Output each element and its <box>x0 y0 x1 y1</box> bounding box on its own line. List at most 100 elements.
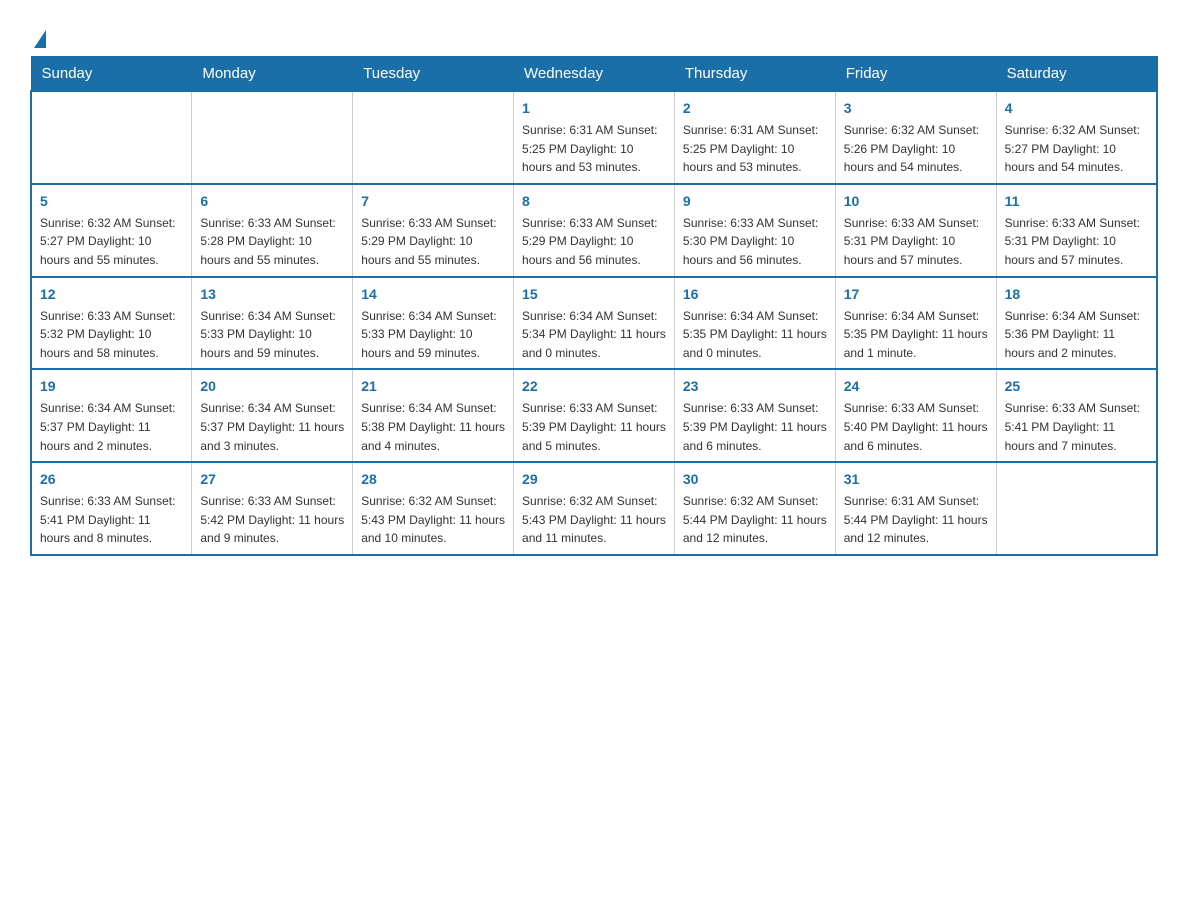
calendar-cell: 23Sunrise: 6:33 AM Sunset: 5:39 PM Dayli… <box>674 369 835 462</box>
calendar-cell <box>353 91 514 184</box>
day-info: Sunrise: 6:34 AM Sunset: 5:34 PM Dayligh… <box>522 307 666 363</box>
day-number: 24 <box>844 376 988 397</box>
calendar-cell: 18Sunrise: 6:34 AM Sunset: 5:36 PM Dayli… <box>996 277 1157 370</box>
day-number: 28 <box>361 469 505 490</box>
calendar-header-saturday: Saturday <box>996 57 1157 92</box>
day-info: Sunrise: 6:33 AM Sunset: 5:42 PM Dayligh… <box>200 492 344 548</box>
day-info: Sunrise: 6:34 AM Sunset: 5:35 PM Dayligh… <box>844 307 988 363</box>
day-info: Sunrise: 6:34 AM Sunset: 5:33 PM Dayligh… <box>361 307 505 363</box>
calendar-cell: 14Sunrise: 6:34 AM Sunset: 5:33 PM Dayli… <box>353 277 514 370</box>
day-info: Sunrise: 6:34 AM Sunset: 5:37 PM Dayligh… <box>40 399 183 455</box>
calendar-header-wednesday: Wednesday <box>514 57 675 92</box>
calendar-cell: 2Sunrise: 6:31 AM Sunset: 5:25 PM Daylig… <box>674 91 835 184</box>
calendar-cell: 20Sunrise: 6:34 AM Sunset: 5:37 PM Dayli… <box>192 369 353 462</box>
calendar-cell: 10Sunrise: 6:33 AM Sunset: 5:31 PM Dayli… <box>835 184 996 277</box>
calendar-cell: 17Sunrise: 6:34 AM Sunset: 5:35 PM Dayli… <box>835 277 996 370</box>
day-number: 10 <box>844 191 988 212</box>
calendar-cell: 6Sunrise: 6:33 AM Sunset: 5:28 PM Daylig… <box>192 184 353 277</box>
day-info: Sunrise: 6:32 AM Sunset: 5:27 PM Dayligh… <box>1005 121 1148 177</box>
logo <box>30 20 46 46</box>
day-number: 20 <box>200 376 344 397</box>
day-info: Sunrise: 6:34 AM Sunset: 5:37 PM Dayligh… <box>200 399 344 455</box>
calendar-header-tuesday: Tuesday <box>353 57 514 92</box>
day-number: 17 <box>844 284 988 305</box>
calendar-cell: 25Sunrise: 6:33 AM Sunset: 5:41 PM Dayli… <box>996 369 1157 462</box>
day-info: Sunrise: 6:33 AM Sunset: 5:41 PM Dayligh… <box>40 492 183 548</box>
day-info: Sunrise: 6:34 AM Sunset: 5:33 PM Dayligh… <box>200 307 344 363</box>
day-info: Sunrise: 6:34 AM Sunset: 5:38 PM Dayligh… <box>361 399 505 455</box>
day-number: 12 <box>40 284 183 305</box>
day-number: 5 <box>40 191 183 212</box>
calendar-cell: 12Sunrise: 6:33 AM Sunset: 5:32 PM Dayli… <box>31 277 192 370</box>
calendar-header-thursday: Thursday <box>674 57 835 92</box>
day-info: Sunrise: 6:33 AM Sunset: 5:28 PM Dayligh… <box>200 214 344 270</box>
day-info: Sunrise: 6:33 AM Sunset: 5:31 PM Dayligh… <box>1005 214 1148 270</box>
day-number: 30 <box>683 469 827 490</box>
day-info: Sunrise: 6:33 AM Sunset: 5:31 PM Dayligh… <box>844 214 988 270</box>
day-number: 9 <box>683 191 827 212</box>
calendar-header-monday: Monday <box>192 57 353 92</box>
calendar-cell: 4Sunrise: 6:32 AM Sunset: 5:27 PM Daylig… <box>996 91 1157 184</box>
day-info: Sunrise: 6:32 AM Sunset: 5:44 PM Dayligh… <box>683 492 827 548</box>
calendar-cell: 21Sunrise: 6:34 AM Sunset: 5:38 PM Dayli… <box>353 369 514 462</box>
calendar-week-3: 12Sunrise: 6:33 AM Sunset: 5:32 PM Dayli… <box>31 277 1157 370</box>
day-info: Sunrise: 6:33 AM Sunset: 5:29 PM Dayligh… <box>361 214 505 270</box>
day-info: Sunrise: 6:33 AM Sunset: 5:39 PM Dayligh… <box>522 399 666 455</box>
day-number: 8 <box>522 191 666 212</box>
day-info: Sunrise: 6:33 AM Sunset: 5:30 PM Dayligh… <box>683 214 827 270</box>
day-number: 26 <box>40 469 183 490</box>
day-number: 11 <box>1005 191 1148 212</box>
calendar-week-4: 19Sunrise: 6:34 AM Sunset: 5:37 PM Dayli… <box>31 369 1157 462</box>
day-info: Sunrise: 6:31 AM Sunset: 5:44 PM Dayligh… <box>844 492 988 548</box>
day-number: 14 <box>361 284 505 305</box>
calendar-cell: 9Sunrise: 6:33 AM Sunset: 5:30 PM Daylig… <box>674 184 835 277</box>
calendar-header-sunday: Sunday <box>31 57 192 92</box>
day-info: Sunrise: 6:31 AM Sunset: 5:25 PM Dayligh… <box>522 121 666 177</box>
day-info: Sunrise: 6:32 AM Sunset: 5:26 PM Dayligh… <box>844 121 988 177</box>
calendar-cell: 22Sunrise: 6:33 AM Sunset: 5:39 PM Dayli… <box>514 369 675 462</box>
day-info: Sunrise: 6:34 AM Sunset: 5:36 PM Dayligh… <box>1005 307 1148 363</box>
calendar-cell: 26Sunrise: 6:33 AM Sunset: 5:41 PM Dayli… <box>31 462 192 555</box>
calendar-cell: 3Sunrise: 6:32 AM Sunset: 5:26 PM Daylig… <box>835 91 996 184</box>
day-info: Sunrise: 6:33 AM Sunset: 5:32 PM Dayligh… <box>40 307 183 363</box>
page-header <box>30 20 1158 46</box>
day-number: 3 <box>844 98 988 119</box>
day-info: Sunrise: 6:32 AM Sunset: 5:43 PM Dayligh… <box>522 492 666 548</box>
day-number: 1 <box>522 98 666 119</box>
calendar-cell: 16Sunrise: 6:34 AM Sunset: 5:35 PM Dayli… <box>674 277 835 370</box>
calendar-cell: 24Sunrise: 6:33 AM Sunset: 5:40 PM Dayli… <box>835 369 996 462</box>
calendar-header-row: SundayMondayTuesdayWednesdayThursdayFrid… <box>31 57 1157 92</box>
day-number: 21 <box>361 376 505 397</box>
calendar-cell: 15Sunrise: 6:34 AM Sunset: 5:34 PM Dayli… <box>514 277 675 370</box>
calendar-cell <box>31 91 192 184</box>
calendar-week-2: 5Sunrise: 6:32 AM Sunset: 5:27 PM Daylig… <box>31 184 1157 277</box>
calendar-cell: 5Sunrise: 6:32 AM Sunset: 5:27 PM Daylig… <box>31 184 192 277</box>
day-info: Sunrise: 6:33 AM Sunset: 5:41 PM Dayligh… <box>1005 399 1148 455</box>
day-number: 19 <box>40 376 183 397</box>
day-number: 13 <box>200 284 344 305</box>
day-info: Sunrise: 6:33 AM Sunset: 5:39 PM Dayligh… <box>683 399 827 455</box>
calendar-cell <box>192 91 353 184</box>
calendar-cell: 8Sunrise: 6:33 AM Sunset: 5:29 PM Daylig… <box>514 184 675 277</box>
day-number: 29 <box>522 469 666 490</box>
day-number: 23 <box>683 376 827 397</box>
day-info: Sunrise: 6:33 AM Sunset: 5:29 PM Dayligh… <box>522 214 666 270</box>
calendar-cell: 27Sunrise: 6:33 AM Sunset: 5:42 PM Dayli… <box>192 462 353 555</box>
calendar-cell: 28Sunrise: 6:32 AM Sunset: 5:43 PM Dayli… <box>353 462 514 555</box>
day-info: Sunrise: 6:32 AM Sunset: 5:43 PM Dayligh… <box>361 492 505 548</box>
day-info: Sunrise: 6:31 AM Sunset: 5:25 PM Dayligh… <box>683 121 827 177</box>
day-number: 2 <box>683 98 827 119</box>
day-info: Sunrise: 6:33 AM Sunset: 5:40 PM Dayligh… <box>844 399 988 455</box>
day-number: 25 <box>1005 376 1148 397</box>
day-number: 18 <box>1005 284 1148 305</box>
day-number: 16 <box>683 284 827 305</box>
calendar-cell <box>996 462 1157 555</box>
calendar-header-friday: Friday <box>835 57 996 92</box>
calendar-cell: 29Sunrise: 6:32 AM Sunset: 5:43 PM Dayli… <box>514 462 675 555</box>
calendar-cell: 7Sunrise: 6:33 AM Sunset: 5:29 PM Daylig… <box>353 184 514 277</box>
day-number: 22 <box>522 376 666 397</box>
day-number: 27 <box>200 469 344 490</box>
calendar-week-5: 26Sunrise: 6:33 AM Sunset: 5:41 PM Dayli… <box>31 462 1157 555</box>
day-info: Sunrise: 6:34 AM Sunset: 5:35 PM Dayligh… <box>683 307 827 363</box>
day-number: 15 <box>522 284 666 305</box>
